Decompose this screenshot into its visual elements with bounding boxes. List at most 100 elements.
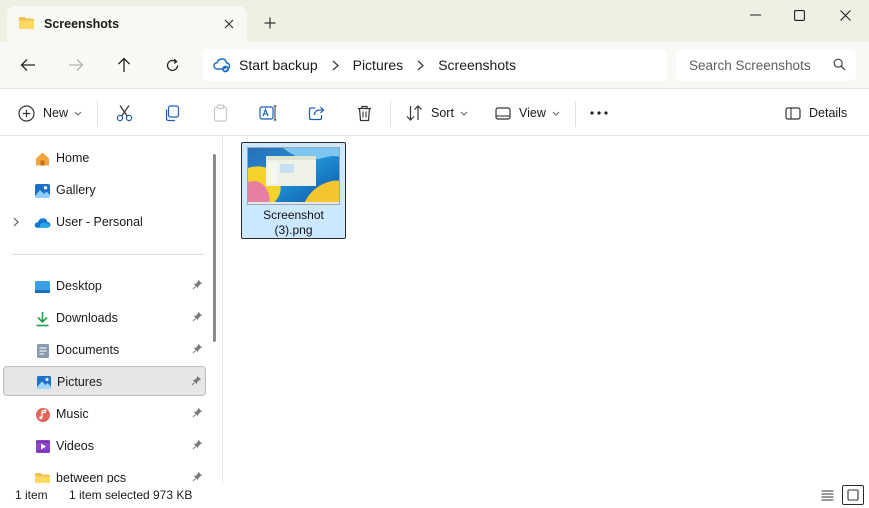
sidebar-item-label: between pcs xyxy=(56,471,127,483)
sidebar-item-label: Pictures xyxy=(57,375,103,389)
minimize-icon[interactable] xyxy=(742,4,768,26)
sidebar-item-label: Downloads xyxy=(56,311,118,325)
sidebar-item-desktop[interactable]: Desktop xyxy=(3,271,206,301)
paste-icon[interactable] xyxy=(209,102,231,124)
toolbar-divider xyxy=(390,101,391,127)
file-list-area[interactable]: Screenshot (3).png xyxy=(223,137,869,483)
sidebar-scrollbar[interactable] xyxy=(213,154,216,342)
folder-icon xyxy=(34,470,51,483)
address-bar[interactable]: Start backup Pictures Screenshots xyxy=(203,49,667,81)
tab-title: Screenshots xyxy=(44,17,120,31)
sidebar-item-documents[interactable]: Documents xyxy=(3,335,206,365)
details-pane-button[interactable]: Details xyxy=(785,102,847,124)
pin-icon[interactable] xyxy=(192,471,203,483)
toolbar-divider xyxy=(97,101,98,127)
sidebar-item-label: Documents xyxy=(56,343,120,357)
sort-button[interactable]: Sort xyxy=(406,102,468,124)
sidebar-item-label: Gallery xyxy=(56,183,96,197)
more-options-icon[interactable] xyxy=(588,102,610,124)
navigation-pane: Home Gallery User - Personal Desktop Dow… xyxy=(0,137,222,483)
chevron-down-icon xyxy=(552,111,560,116)
share-icon[interactable] xyxy=(305,102,327,124)
desktop-icon xyxy=(34,278,51,295)
maximize-icon[interactable] xyxy=(786,4,812,26)
cut-icon[interactable] xyxy=(113,102,135,124)
sidebar-item-downloads[interactable]: Downloads xyxy=(3,303,206,333)
refresh-icon[interactable] xyxy=(161,54,183,76)
view-button[interactable]: View xyxy=(495,102,560,124)
pin-icon[interactable] xyxy=(191,375,202,389)
sidebar-item-pictures[interactable]: Pictures xyxy=(3,366,206,396)
file-item-screenshot[interactable]: Screenshot (3).png xyxy=(241,142,346,239)
gallery-icon xyxy=(34,182,51,199)
chevron-down-icon xyxy=(460,111,468,116)
sidebar-item-videos[interactable]: Videos xyxy=(3,431,206,461)
documents-icon xyxy=(34,342,51,359)
pin-icon[interactable] xyxy=(192,407,203,421)
chevron-right-icon[interactable] xyxy=(332,60,339,71)
selection-count: 1 item selected xyxy=(69,488,150,502)
sidebar-item-onedrive[interactable]: User - Personal xyxy=(3,207,206,237)
tab-screenshots[interactable]: Screenshots xyxy=(7,6,247,42)
close-tab-icon[interactable] xyxy=(220,15,238,33)
sidebar-item-label: Music xyxy=(56,407,89,421)
up-arrow-icon[interactable] xyxy=(113,54,135,76)
onedrive-cloud-icon xyxy=(34,214,51,231)
search-icon xyxy=(833,58,846,74)
details-view-icon[interactable] xyxy=(816,485,838,505)
item-count: 1 item xyxy=(15,488,48,502)
pictures-icon xyxy=(35,374,52,391)
folder-icon xyxy=(18,16,35,33)
toolbar-divider xyxy=(575,101,576,127)
sidebar-item-music[interactable]: Music xyxy=(3,399,206,429)
breadcrumb-start-backup[interactable]: Start backup xyxy=(239,57,318,73)
chevron-right-icon[interactable] xyxy=(417,60,425,71)
sidebar-item-gallery[interactable]: Gallery xyxy=(3,175,206,205)
breadcrumb-screenshots[interactable]: Screenshots xyxy=(438,57,516,73)
backup-cloud-icon xyxy=(213,57,231,73)
videos-icon xyxy=(34,438,51,455)
back-arrow-icon[interactable] xyxy=(17,54,39,76)
sidebar-item-label: User - Personal xyxy=(56,215,143,229)
forward-arrow-icon[interactable] xyxy=(65,54,87,76)
pin-icon[interactable] xyxy=(192,343,203,357)
command-bar: New Sort View Details xyxy=(0,88,869,136)
details-pane-icon xyxy=(785,106,801,120)
new-tab-button[interactable] xyxy=(261,14,279,32)
pin-icon[interactable] xyxy=(192,439,203,453)
sidebar-item-label: Home xyxy=(56,151,90,165)
sort-label: Sort xyxy=(431,106,454,120)
title-bar: Screenshots xyxy=(0,0,869,42)
home-icon xyxy=(34,150,51,167)
download-icon xyxy=(34,310,51,327)
rename-icon[interactable] xyxy=(257,102,279,124)
search-placeholder: Search Screenshots xyxy=(689,57,811,73)
new-button[interactable]: New xyxy=(18,102,82,124)
chevron-right-icon[interactable] xyxy=(13,216,19,230)
delete-trash-icon[interactable] xyxy=(353,102,375,124)
sidebar-divider xyxy=(12,254,204,255)
copy-icon[interactable] xyxy=(161,102,183,124)
sidebar-item-between-pcs[interactable]: between pcs xyxy=(3,463,206,483)
details-label: Details xyxy=(809,106,848,120)
selection-size: 973 KB xyxy=(153,488,193,502)
breadcrumb-pictures[interactable]: Pictures xyxy=(353,57,404,73)
sidebar-item-label: Videos xyxy=(56,439,94,453)
view-label: View xyxy=(519,106,546,120)
sidebar-item-label: Desktop xyxy=(56,279,102,293)
sort-arrows-icon xyxy=(406,105,423,121)
close-window-icon[interactable] xyxy=(832,4,858,26)
large-icons-view-icon[interactable] xyxy=(842,485,864,505)
pin-icon[interactable] xyxy=(192,311,203,325)
search-input[interactable]: Search Screenshots xyxy=(676,49,856,81)
navigation-row: Start backup Pictures Screenshots Search… xyxy=(0,42,869,88)
pin-icon[interactable] xyxy=(192,279,203,293)
file-thumbnail xyxy=(247,147,340,205)
music-icon xyxy=(34,406,51,423)
new-label: New xyxy=(43,106,69,120)
view-layout-icon xyxy=(495,106,511,120)
status-bar: 1 item 1 item selected 973 KB xyxy=(0,483,869,508)
sidebar-item-home[interactable]: Home xyxy=(3,143,206,173)
plus-circle-icon xyxy=(18,104,35,122)
file-name: Screenshot (3).png xyxy=(263,208,324,237)
